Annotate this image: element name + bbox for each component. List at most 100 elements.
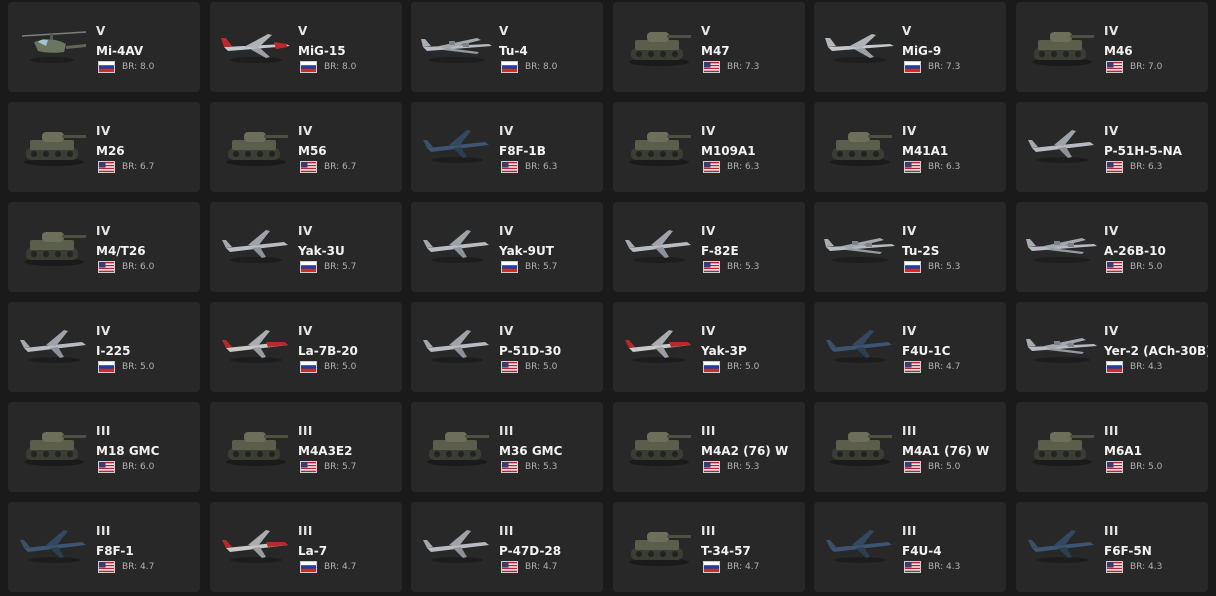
vehicle-card[interactable]: IV F4U-1C BR: 4.7	[814, 302, 1006, 392]
vehicle-card[interactable]: IV A-26B-10 BR: 5.0	[1016, 202, 1208, 292]
aircraft-thumbnail	[218, 20, 294, 72]
ussr-flag-icon	[300, 61, 317, 73]
battle-rating: BR: 6.3	[525, 162, 558, 172]
ussr-flag-icon	[904, 261, 921, 273]
vehicle-name: F8F-1B	[499, 144, 546, 158]
vehicle-name: P-47D-28	[499, 544, 562, 558]
ussr-flag-icon	[300, 561, 317, 573]
vehicle-card[interactable]: IV M4/T26 BR: 6.0	[8, 202, 200, 292]
vehicle-card[interactable]: IV I-225 BR: 5.0	[8, 302, 200, 392]
vehicle-card[interactable]: III M4A2 (76) W BR: 5.3	[613, 402, 805, 492]
vehicle-card[interactable]: III T-34-57 BR: 4.7	[613, 502, 805, 592]
vehicle-card[interactable]: III F6F-5N BR: 4.3	[1016, 502, 1208, 592]
vehicle-name: M4A3E2	[298, 444, 353, 458]
vehicle-card[interactable]: IV F-82E BR: 5.3	[613, 202, 805, 292]
vehicle-name: M47	[701, 44, 730, 58]
usa-flag-icon	[904, 161, 921, 173]
vehicle-rank: IV	[902, 224, 917, 238]
vehicle-card[interactable]: IV La-7B-20 BR: 5.0	[210, 302, 402, 392]
vehicle-name: Yer-2 (ACh-30B) (e	[1104, 344, 1208, 358]
vehicle-name: M36 GMC	[499, 444, 563, 458]
aircraft-thumbnail	[218, 220, 294, 272]
vehicle-rank: IV	[499, 124, 514, 138]
vehicle-card[interactable]: IV Yak-3P BR: 5.0	[613, 302, 805, 392]
battle-rating: BR: 4.3	[1130, 562, 1163, 572]
vehicle-card[interactable]: III M4A1 (76) W BR: 5.0	[814, 402, 1006, 492]
vehicle-card[interactable]: V Tu-4 BR: 8.0	[411, 2, 603, 92]
vehicle-card[interactable]: III F4U-4 BR: 4.3	[814, 502, 1006, 592]
vehicle-name: M56	[298, 144, 327, 158]
usa-flag-icon	[904, 561, 921, 573]
vehicle-name: M41A1	[902, 144, 949, 158]
vehicle-card[interactable]: III M4A3E2 BR: 5.7	[210, 402, 402, 492]
usa-flag-icon	[904, 361, 921, 373]
vehicle-name: A-26B-10	[1104, 244, 1166, 258]
vehicle-name: Mi-4AV	[96, 44, 144, 58]
vehicle-card[interactable]: IV Yak-3U BR: 5.7	[210, 202, 402, 292]
vehicle-rank: IV	[701, 324, 716, 338]
vehicle-rank: III	[499, 424, 514, 438]
battle-rating: BR: 4.3	[928, 562, 961, 572]
vehicle-card[interactable]: IV M109A1 BR: 6.3	[613, 102, 805, 192]
vehicle-card[interactable]: IV M56 BR: 6.7	[210, 102, 402, 192]
vehicle-rank: III	[499, 524, 514, 538]
aircraft-thumbnail	[822, 320, 898, 372]
battle-rating: BR: 5.0	[928, 462, 961, 472]
vehicle-card[interactable]: III M6A1 BR: 5.0	[1016, 402, 1208, 492]
vehicle-card[interactable]: IV M41A1 BR: 6.3	[814, 102, 1006, 192]
vehicle-card[interactable]: III M18 GMC BR: 6.0	[8, 402, 200, 492]
vehicle-rank: III	[1104, 424, 1119, 438]
usa-flag-icon	[703, 61, 720, 73]
vehicle-card[interactable]: IV Yer-2 (ACh-30B) (e BR: 4.3	[1016, 302, 1208, 392]
vehicle-card[interactable]: IV Yak-9UT BR: 5.7	[411, 202, 603, 292]
vehicle-card[interactable]: III M36 GMC BR: 5.3	[411, 402, 603, 492]
vehicle-card[interactable]: IV M26 BR: 6.7	[8, 102, 200, 192]
vehicle-card[interactable]: V MiG-9 BR: 7.3	[814, 2, 1006, 92]
vehicle-rank: V	[902, 24, 912, 38]
ussr-flag-icon	[501, 61, 518, 73]
vehicle-rank: IV	[499, 324, 514, 338]
tank-thumbnail	[822, 120, 898, 172]
vehicle-card[interactable]: V Mi-4AV BR: 8.0	[8, 2, 200, 92]
ussr-flag-icon	[98, 61, 115, 73]
ussr-flag-icon	[904, 61, 921, 73]
battle-rating: BR: 8.0	[122, 62, 155, 72]
vehicle-card[interactable]: III La-7 BR: 4.7	[210, 502, 402, 592]
vehicle-rank: III	[701, 424, 716, 438]
battle-rating: BR: 6.0	[122, 462, 155, 472]
vehicle-card[interactable]: V MiG-15 BR: 8.0	[210, 2, 402, 92]
ussr-flag-icon	[501, 261, 518, 273]
tank-thumbnail	[621, 120, 697, 172]
usa-flag-icon	[98, 561, 115, 573]
aircraft-thumbnail	[16, 320, 92, 372]
tank-thumbnail	[621, 20, 697, 72]
battle-rating: BR: 5.7	[525, 262, 558, 272]
aircraft-thumbnail	[419, 120, 495, 172]
vehicle-card[interactable]: III F8F-1 BR: 4.7	[8, 502, 200, 592]
aircraft-thumbnail	[621, 320, 697, 372]
battle-rating: BR: 7.3	[727, 62, 760, 72]
vehicle-rank: III	[902, 424, 917, 438]
usa-flag-icon	[98, 461, 115, 473]
vehicle-rank: III	[1104, 524, 1119, 538]
vehicle-name: Yak-3P	[701, 344, 747, 358]
vehicle-card[interactable]: IV P-51D-30 BR: 5.0	[411, 302, 603, 392]
battle-rating: BR: 6.0	[122, 262, 155, 272]
vehicle-rank: V	[701, 24, 711, 38]
vehicle-rank: III	[298, 424, 313, 438]
vehicle-rank: III	[298, 524, 313, 538]
ussr-flag-icon	[1106, 361, 1123, 373]
usa-flag-icon	[1106, 461, 1123, 473]
battle-rating: BR: 4.7	[727, 562, 760, 572]
battle-rating: BR: 4.7	[525, 562, 558, 572]
vehicle-card[interactable]: IV P-51H-5-NA BR: 6.3	[1016, 102, 1208, 192]
vehicle-card[interactable]: IV M46 BR: 7.0	[1016, 2, 1208, 92]
vehicle-card[interactable]: V M47 BR: 7.3	[613, 2, 805, 92]
tank-thumbnail	[218, 120, 294, 172]
aircraft-thumbnail	[419, 520, 495, 572]
vehicle-card[interactable]: III P-47D-28 BR: 4.7	[411, 502, 603, 592]
battle-rating: BR: 6.7	[122, 162, 155, 172]
vehicle-card[interactable]: IV F8F-1B BR: 6.3	[411, 102, 603, 192]
vehicle-name: F4U-4	[902, 544, 942, 558]
vehicle-card[interactable]: IV Tu-2S BR: 5.3	[814, 202, 1006, 292]
